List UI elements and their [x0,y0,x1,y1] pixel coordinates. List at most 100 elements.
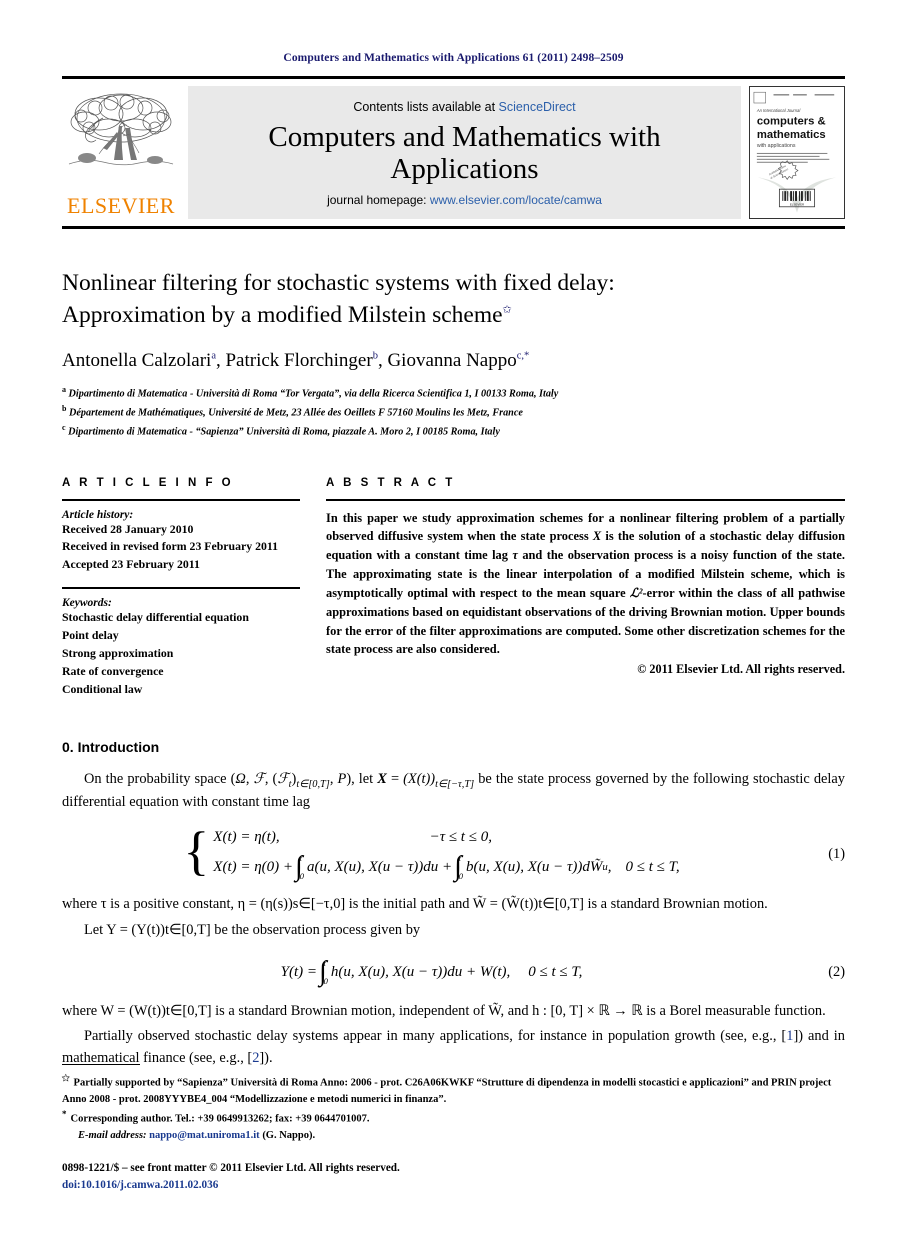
intro-text: Partially observed stochastic delay syst… [84,1028,787,1045]
email-owner: (G. Nappo). [262,1130,316,1142]
issn-line: 0898-1221/$ – see front matter © 2011 El… [62,1162,400,1175]
integral-lower-limit: 0 [458,870,464,881]
equation-1: { X(t) = η(t), −τ ≤ t ≤ 0, X(t) = η(0) +… [62,821,845,882]
author-name: Patrick Florchinger [225,349,373,371]
integral-limits: t 0 [324,959,328,985]
intro-text: ), let [346,770,378,787]
affiliation-list: a Dipartimento di Matematica - Universit… [62,384,845,441]
elsevier-logo: ELSEVIER [62,86,180,219]
keyword-item: Rate of convergence [62,664,164,679]
symbol-P: P [337,770,347,787]
affiliation-mark: a [62,384,66,394]
author-list: Antonella Calzolaria, Patrick Florchinge… [62,349,530,371]
article-history-item: Accepted 23 February 2011 [62,557,200,572]
article-info-heading: A R T I C L E I N F O [62,476,234,489]
abstract-copyright: © 2011 Elsevier Ltd. All rights reserved… [637,662,845,677]
abstract-symbol-L2: ℒ² [629,585,643,600]
journal-masthead: ELSEVIER Contents lists available at Sci… [62,76,845,229]
author-affil-mark[interactable]: a [211,351,216,362]
info-abstract-section: A R T I C L E I N F O Article history: R… [62,477,845,699]
article-history-label: Article history: [62,508,134,521]
symbol-filtration-t: ℱ [277,770,289,787]
author-affil-mark[interactable]: b [373,351,378,362]
journal-title: Computers and Mathematics with Applicati… [268,120,661,185]
equation-1-number: (1) [828,846,845,863]
integral-symbol: ∫ t 0 [452,853,466,881]
journal-banner: Contents lists available at ScienceDirec… [188,86,741,219]
integral-upper-limit: t [323,958,327,969]
doi-link[interactable]: doi:10.1016/j.camwa.2011.02.036 [62,1177,845,1194]
symbol-filtration: ℱ [253,770,265,787]
affiliation-mark: c [62,422,66,432]
equation-1-condition-2: 0 ≤ t ≤ T, [625,858,680,875]
running-head: Computers and Mathematics with Applicati… [283,52,624,64]
journal-homepage-link[interactable]: www.elsevier.com/locate/camwa [430,193,602,207]
introduction-section: 0. Introduction On the probability space… [62,739,845,1069]
integral-upper-limit: t [299,853,303,864]
equation-1-condition-1: −τ ≤ t ≤ 0, [429,829,492,846]
abstract-symbol-X: X [592,529,602,544]
divider [62,498,300,501]
keywords-label: Keywords: [62,597,112,610]
symbol-Xt: (X(t)) [403,770,436,787]
journal-homepage-line: journal homepage: www.elsevier.com/locat… [327,193,602,207]
abstract-heading: A B S T R A C T [326,476,456,489]
footnote-corresponding-text: Corresponding author. Tel.: +39 06499132… [70,1113,370,1125]
equation-1-prefix: X(t) = η(0) + [213,858,294,875]
affiliation-text: Dipartimento di Matematica - Università … [68,388,559,400]
equation-1-line-2: X(t) = η(0) + ∫ t 0 a(u, X(u), X(u − τ))… [213,851,680,883]
article-history-item: Received in revised form 23 February 201… [62,539,279,554]
symbol-omega: Ω [235,770,246,787]
intro-text: , [245,770,254,787]
equation-1-body: { X(t) = η(t), −τ ≤ t ≤ 0, X(t) = η(0) +… [62,821,801,882]
title-footnote-mark[interactable]: ✩ [503,305,512,317]
footnote-mark-asterisk: * [62,1109,67,1120]
integral-limits: t 0 [300,854,304,880]
affiliation-text: Dipartimento di Matematica - “Sapienza” … [68,426,500,438]
integral-lower-limit: 0 [299,870,304,881]
cover-art: An International Journal computers & mat… [750,87,844,213]
integral-symbol: ∫ t 0 [317,957,331,985]
svg-text:with applications: with applications [757,143,796,149]
svg-text:ELSEVIER: ELSEVIER [790,202,804,206]
author-affil-mark[interactable]: c,* [517,351,530,362]
footnote-email: E-mail address: nappo@mat.uniroma1.it (G… [62,1128,845,1144]
affiliation-item: a Dipartimento di Matematica - Universit… [62,384,845,403]
divider [326,498,845,501]
intro-paragraph-5: Partially observed stochastic delay syst… [62,1026,845,1069]
divider [62,587,300,590]
article-history-item: Received 28 January 2010 [62,521,194,536]
intro-paragraph-4: where W = (W(t))t∈[0,T] is a standard Br… [62,1003,826,1020]
affiliation-item: c Dipartimento di Matematica - “Sapienza… [62,422,845,441]
equation-1-integrand-b: b(u, X(u), X(u − τ))dW̃ [466,858,603,875]
equation-2-line: Y(t) = ∫ t 0 h(u, X(u), X(u − τ))du + W(… [280,957,583,985]
intro-text: = [386,770,404,787]
equation-2: Y(t) = ∫ t 0 h(u, X(u), X(u − τ))du + W(… [62,957,845,987]
equation-2-lhs: Y(t) = [280,963,317,980]
equation-2-number: (2) [828,963,845,980]
footnote-mark-star: ✩ [62,1073,70,1084]
svg-text:An International Journal: An International Journal [756,108,800,113]
contents-available-line: Contents lists available at ScienceDirec… [353,100,575,114]
author-name: Giovanna Nappo [387,349,517,371]
article-info-column: A R T I C L E I N F O Article history: R… [62,477,300,699]
keyword-item: Point delay [62,628,119,643]
equation-1-lhs: X(t) = η(t), [213,829,280,846]
email-link[interactable]: nappo@mat.uniroma1.it [149,1130,260,1141]
equation-1-lines: X(t) = η(t), −τ ≤ t ≤ 0, X(t) = η(0) + ∫… [213,829,679,880]
equation-brace: { [183,821,210,882]
affiliation-text: Département de Mathématiques, Université… [69,407,523,419]
equation-1-integrand-a: a(u, X(u), X(u − τ))du + [306,858,453,875]
intro-paragraph-3: Let Y = (Y(t))t∈[0,T] be the observation… [84,921,421,938]
keyword-item: Conditional law [62,682,143,697]
sciencedirect-link[interactable]: ScienceDirect [499,100,576,114]
intro-text: On the probability space ( [84,770,236,787]
elsevier-tree-icon [68,93,174,166]
integral-limits: t 0 [459,854,463,880]
homepage-prefix: journal homepage: [327,193,430,207]
contents-prefix: Contents lists available at [353,100,499,114]
integral-lower-limit: 0 [323,975,328,986]
footnote-funding-text: Partially supported by “Sapienza” Univer… [62,1077,832,1106]
symbol-index-range: t∈[0,T] [296,778,330,790]
footnote-divider [62,1064,140,1066]
